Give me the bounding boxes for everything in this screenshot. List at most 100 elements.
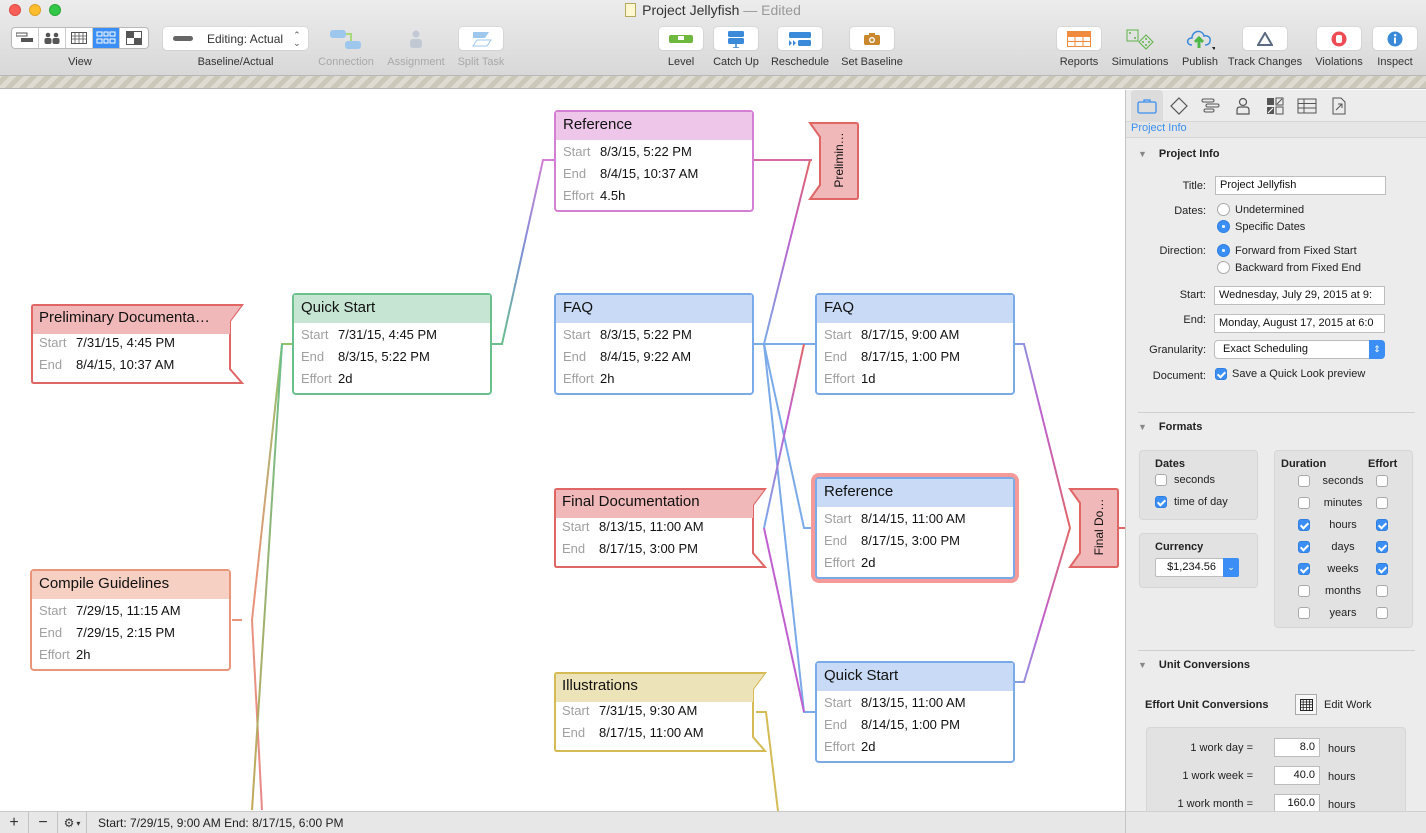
connection-button[interactable] (325, 27, 367, 50)
edit-work-label[interactable]: Edit Work (1324, 699, 1371, 711)
inspect-label: Inspect (1377, 56, 1413, 68)
task-faq-2[interactable]: FAQ Start 8/17/15, 9:00 AM End 8/17/15, 1:… (815, 293, 1015, 395)
track-changes-button[interactable] (1243, 27, 1287, 50)
duration-months-checkbox[interactable] (1298, 585, 1310, 597)
violations-button[interactable] (1317, 27, 1361, 50)
node-end-row: End 8/17/15, 1:00 PM (817, 345, 1013, 367)
group-illustrations[interactable]: Illustrations Start 7/31/15, 9:30 AM End 8… (553, 671, 753, 753)
simulations-button[interactable] (1118, 27, 1162, 50)
end-value: 8/3/15, 5:22 PM (338, 348, 430, 364)
duration-title: Duration (1281, 458, 1327, 470)
reschedule-button[interactable] (778, 27, 822, 50)
tab-task[interactable] (1195, 90, 1227, 122)
end-label: End (39, 624, 63, 640)
group-prelim[interactable]: Preliminary Documenta… Start 7/31/15, 4:4… (30, 303, 230, 385)
duration-weeks-checkbox[interactable] (1298, 563, 1310, 575)
start-value: 7/31/15, 4:45 PM (338, 326, 438, 342)
publish-button[interactable] (1178, 27, 1222, 50)
group-end-label-final[interactable]: Final Do… (1092, 492, 1106, 562)
start-date-field[interactable]: Wednesday, July 29, 2015 at 9: (1214, 286, 1385, 305)
effort-value: 1d (861, 370, 876, 386)
add-button[interactable]: + (0, 812, 29, 833)
granularity-popup[interactable]: Exact Scheduling ⇕ (1214, 340, 1385, 359)
radio-label: Undetermined (1235, 203, 1305, 216)
quicklook-checkbox[interactable]: Save a Quick Look preview (1215, 368, 1365, 380)
effort-seconds-checkbox[interactable] (1376, 475, 1388, 487)
catch-up-icon (728, 30, 744, 48)
end-label: End (563, 165, 587, 181)
tab-milestone[interactable] (1163, 90, 1195, 122)
tab-document[interactable] (1323, 90, 1355, 122)
inspect-button[interactable] (1373, 27, 1417, 50)
end-label: End (824, 716, 848, 732)
effort-years-checkbox[interactable] (1376, 607, 1388, 619)
calendar-view-icon[interactable] (66, 28, 93, 48)
dates-specific-radio[interactable]: Specific Dates (1217, 220, 1305, 233)
task-reference-2-selected[interactable]: Reference Start 8/14/15, 11:00 AM End 8/17… (815, 477, 1015, 579)
task-compile-guidelines[interactable]: Compile Guidelines Start 7/29/15, 11:15 A… (30, 569, 231, 671)
tab-table[interactable] (1291, 90, 1323, 122)
duration-hours-checkbox[interactable] (1298, 519, 1310, 531)
effort-months-checkbox[interactable] (1376, 585, 1388, 597)
bar-icon (173, 36, 193, 41)
styles-view-icon[interactable] (120, 28, 147, 48)
level-button[interactable] (659, 27, 703, 50)
task-reference-1[interactable]: Reference Start 8/3/15, 5:22 PM End 8/4/15… (554, 110, 754, 212)
network-view-icon[interactable] (93, 28, 120, 48)
direction-backward-radio[interactable]: Backward from Fixed End (1217, 261, 1361, 274)
tab-styles[interactable] (1259, 90, 1291, 122)
node-end-row: End 8/14/15, 1:00 PM (817, 713, 1013, 735)
split-task-label: Split Task (457, 56, 505, 68)
dates-time-of-day-checkbox[interactable]: time of day (1155, 496, 1228, 508)
dates-seconds-checkbox[interactable]: seconds (1155, 474, 1215, 486)
start-label: Start (563, 143, 591, 159)
reports-button[interactable] (1057, 27, 1101, 50)
group-end-label-prelim[interactable]: Prelimin… (832, 125, 846, 195)
group-final-documentation[interactable]: Final Documentation Start 8/13/15, 11:00 … (553, 487, 753, 569)
task-quickstart-1[interactable]: Quick Start Start 7/31/15, 4:45 PM End 8/3… (292, 293, 492, 395)
assignment-button[interactable] (396, 27, 436, 50)
duration-seconds-checkbox[interactable] (1298, 475, 1310, 487)
duration-days-checkbox[interactable] (1298, 541, 1310, 553)
direction-forward-radio[interactable]: Forward from Fixed Start (1217, 244, 1357, 257)
effort-hours-checkbox[interactable] (1376, 519, 1388, 531)
effort-value: 2d (861, 554, 876, 570)
action-gear-button[interactable]: ⚙ ▾ (58, 812, 87, 833)
end-date-field[interactable]: Monday, August 17, 2015 at 6:0 (1214, 314, 1385, 333)
duration-effort-box: Duration Effort seconds minutes hours days w… (1274, 450, 1413, 628)
remove-button[interactable]: − (29, 812, 58, 833)
effort-minutes-checkbox[interactable] (1376, 497, 1388, 509)
effort-weeks-checkbox[interactable] (1376, 563, 1388, 575)
tab-project[interactable] (1131, 90, 1163, 122)
section-unit-conversions[interactable]: ▼ Unit Conversions (1138, 659, 1250, 671)
duration-minutes-checkbox[interactable] (1298, 497, 1310, 509)
dates-undetermined-radio[interactable]: Undetermined (1217, 203, 1304, 216)
split-task-button[interactable] (459, 27, 503, 50)
direction-label: Direction: (1159, 245, 1206, 257)
end-label: End (824, 348, 848, 364)
node-end-row: End 8/3/15, 5:22 PM (294, 345, 490, 367)
section-formats[interactable]: ▼ Formats (1138, 421, 1202, 433)
person-outline-icon (1236, 97, 1250, 115)
catch-up-button[interactable] (714, 27, 758, 50)
conversion-value-field[interactable]: 8.0 (1274, 738, 1320, 757)
gantt-view-icon[interactable] (12, 28, 39, 48)
resource-view-icon[interactable] (39, 28, 66, 48)
view-segmented-control[interactable] (11, 27, 149, 49)
section-project-info[interactable]: ▼ Project Info (1138, 148, 1219, 160)
network-canvas[interactable]: Preliminary Documenta… Start 7/31/15, 4:4… (0, 90, 1125, 811)
tab-resource[interactable] (1227, 90, 1259, 122)
task-faq-1[interactable]: FAQ Start 8/3/15, 5:22 PM End 8/4/15, 9:22… (554, 293, 754, 395)
title-field[interactable]: Project Jellyfish (1215, 176, 1386, 195)
conversion-value-field[interactable]: 40.0 (1274, 766, 1320, 785)
effort-days-checkbox[interactable] (1376, 541, 1388, 553)
baseline-actual-popup[interactable]: Editing: Actual ⌃ ⌄ (163, 27, 308, 50)
simulations-tool: Simulations (1112, 27, 1168, 68)
split-task-icon (472, 31, 492, 46)
delta-icon (1257, 31, 1273, 46)
duration-years-checkbox[interactable] (1298, 607, 1310, 619)
set-baseline-button[interactable] (850, 27, 894, 50)
edit-work-button[interactable] (1295, 694, 1317, 715)
currency-popup[interactable]: $1,234.56 ⌄ (1155, 558, 1239, 577)
task-quickstart-2[interactable]: Quick Start Start 8/13/15, 11:00 AM End 8/… (815, 661, 1015, 763)
